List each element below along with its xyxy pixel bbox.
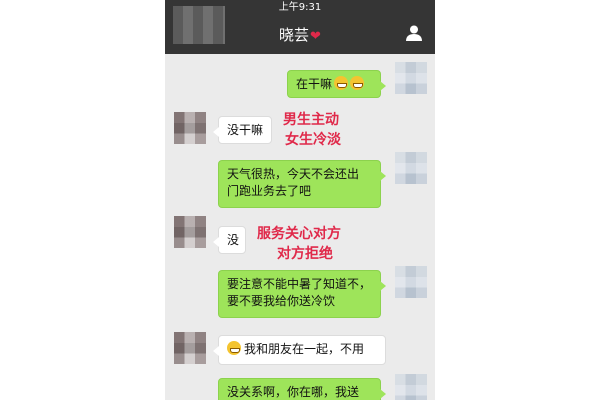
- grinning-face-icon: [227, 341, 241, 355]
- message-bubble-received[interactable]: 我和朋友在一起，不用: [213, 335, 386, 365]
- message-bubble-received[interactable]: 没: [213, 226, 246, 254]
- message-bubble-sent[interactable]: 天气很热，今天不会还出 门跑业务去了吧: [218, 160, 386, 208]
- annotation-line: 对方拒绝: [277, 246, 333, 262]
- message-text: 没关系啊，你在哪，我送: [227, 385, 360, 399]
- avatar-contact[interactable]: [174, 216, 206, 248]
- status-time: 上午9:31: [278, 2, 322, 13]
- grinning-face-icon: [350, 76, 365, 90]
- message-bubble-received[interactable]: 没干嘛: [213, 116, 272, 144]
- chat-screen: 上午9:31 晓芸❤ 在干嘛 没干嘛 男生主动 女生冷淡 天气很热，今天不会还出…: [165, 0, 435, 400]
- annotation-line: 女生冷淡: [285, 132, 341, 148]
- avatar-me[interactable]: [395, 374, 427, 400]
- message-bubble-sent[interactable]: 在干嘛: [287, 70, 386, 98]
- annotation-line: 服务关心对方: [257, 226, 341, 242]
- chat-title: 晓芸❤: [165, 24, 435, 48]
- heart-icon: ❤: [310, 29, 321, 44]
- avatar-contact[interactable]: [174, 112, 206, 144]
- person-icon[interactable]: [405, 24, 423, 42]
- message-text-line: 门跑业务去了吧: [227, 184, 312, 198]
- message-text: 我和朋友在一起，不用: [244, 342, 365, 356]
- message-text-line: 要注意不能中暑了知道不，: [227, 277, 372, 291]
- annotation-2: 服务关心对方 对方拒绝: [257, 224, 387, 264]
- message-bubble-sent[interactable]: 要注意不能中暑了知道不， 要不要我给你送冷饮: [218, 270, 386, 318]
- contact-name: 晓芸: [279, 26, 310, 44]
- grinning-face-icon: [334, 76, 349, 90]
- message-text-line: 天气很热，今天不会还出: [227, 167, 360, 181]
- message-text: 没干嘛: [227, 123, 264, 137]
- annotation-1: 男生主动 女生冷淡: [283, 110, 383, 150]
- nav-bar: 上午9:31 晓芸❤: [165, 0, 435, 54]
- message-text: 没: [227, 233, 240, 247]
- message-bubble-sent[interactable]: 没关系啊，你在哪，我送: [218, 378, 386, 400]
- avatar-me[interactable]: [395, 152, 427, 184]
- avatar-contact[interactable]: [174, 332, 206, 364]
- avatar-me[interactable]: [395, 266, 427, 298]
- message-text: 在干嘛: [296, 77, 333, 91]
- message-text-line: 要不要我给你送冷饮: [227, 294, 336, 308]
- annotation-line: 男生主动: [283, 112, 339, 128]
- avatar-me[interactable]: [395, 62, 427, 94]
